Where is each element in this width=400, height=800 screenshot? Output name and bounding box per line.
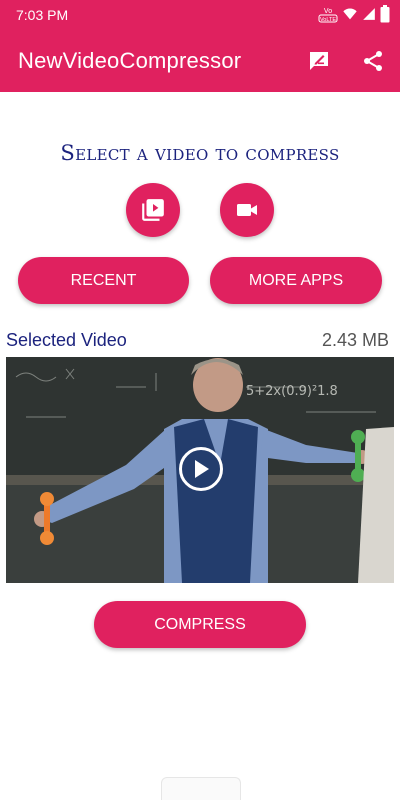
- camera-button[interactable]: [220, 183, 274, 237]
- file-size: 2.43 MB: [321, 330, 389, 350]
- feedback-button[interactable]: [305, 47, 333, 75]
- status-time: 7:03 PM: [16, 7, 69, 23]
- volte-icon: Vo VoLTE: [318, 5, 338, 23]
- app-bar: NewVideoCompressor: [0, 30, 400, 92]
- wifi-icon: [342, 6, 358, 22]
- video-preview[interactable]: 5+2x(0.9)²1.8: [6, 357, 394, 583]
- play-icon: [192, 459, 210, 479]
- play-button[interactable]: [179, 447, 223, 491]
- share-button[interactable]: [359, 47, 387, 75]
- videocam-icon: [235, 198, 259, 222]
- status-bar: 7:03 PM Vo VoLTE: [0, 0, 400, 30]
- selected-video-label: Selected Video: [6, 330, 127, 350]
- navigation-handle[interactable]: [161, 777, 241, 800]
- compress-button[interactable]: COMPRESS: [94, 601, 306, 648]
- app-title: NewVideoCompressor: [18, 48, 242, 73]
- gallery-button[interactable]: [126, 183, 180, 237]
- battery-icon: [380, 5, 390, 23]
- svg-text:Vo: Vo: [324, 8, 332, 15]
- signal-icon: [362, 6, 376, 22]
- svg-text:VoLTE: VoLTE: [320, 17, 336, 23]
- svg-text:5+2x(0.9)²1.8: 5+2x(0.9)²1.8: [246, 384, 338, 399]
- more-apps-button[interactable]: MORE APPS: [210, 257, 382, 304]
- select-video-headline: Select a video to compress: [60, 141, 340, 165]
- recent-button[interactable]: RECENT: [18, 257, 189, 304]
- share-icon: [361, 49, 385, 73]
- status-icons: Vo VoLTE: [318, 5, 390, 23]
- video-library-icon: [140, 197, 166, 223]
- feedback-icon: [307, 49, 331, 73]
